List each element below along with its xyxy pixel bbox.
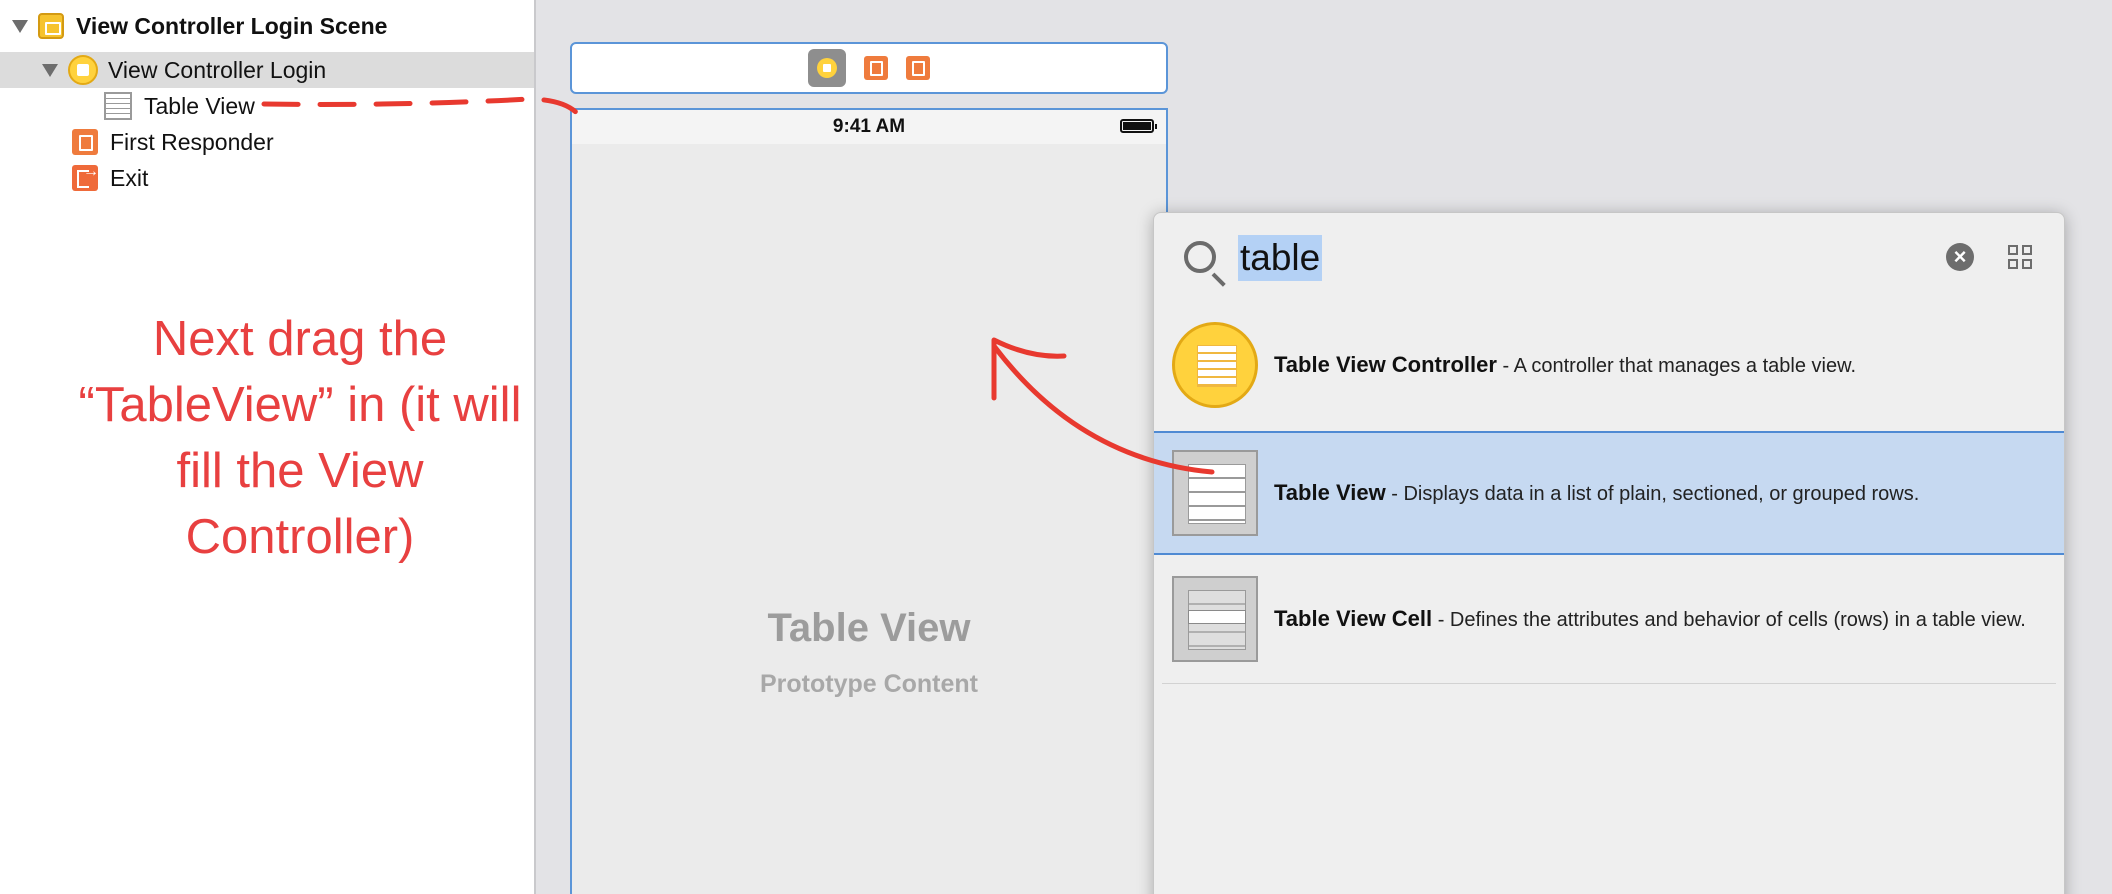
clear-search-button[interactable]: × <box>1946 243 1974 271</box>
library-item-table-view[interactable]: Table View - Displays data in a list of … <box>1154 431 2064 555</box>
table-view-icon <box>1172 450 1258 536</box>
table-view-icon <box>104 92 132 120</box>
library-item-name: Table View Controller <box>1274 351 1497 377</box>
scene-icon <box>38 13 64 39</box>
view-controller-icon[interactable] <box>808 49 846 87</box>
table-view-placeholder-title: Table View <box>767 606 971 650</box>
outline-item-table-view[interactable]: Table View <box>0 88 534 124</box>
library-item-name: Table View <box>1274 479 1386 505</box>
library-item-table-view-controller[interactable]: Table View Controller - A controller tha… <box>1154 303 2064 427</box>
disclosure-triangle-icon[interactable] <box>12 19 28 33</box>
exit-icon <box>72 163 99 191</box>
exit-icon[interactable] <box>906 56 930 80</box>
document-outline: View Controller Login Scene View Control… <box>0 0 536 894</box>
table-view-cell-icon <box>1172 576 1258 662</box>
library-item-name: Table View Cell <box>1274 605 1433 631</box>
view-controller-canvas[interactable]: 9:41 AM Table View Prototype Content <box>570 108 1168 894</box>
outline-item-first-responder[interactable]: First Responder <box>0 124 534 160</box>
outline-item-label: Table View <box>144 92 255 119</box>
outline-item-label: View Controller Login <box>108 56 327 83</box>
outline-item-label: Exit <box>110 164 149 191</box>
search-icon <box>1184 241 1216 273</box>
status-time: 9:41 AM <box>832 116 906 137</box>
grid-view-icon[interactable] <box>2008 245 2034 271</box>
library-item-description: - A controller that manages a table view… <box>1496 354 1856 377</box>
disclosure-triangle-icon[interactable] <box>42 63 58 77</box>
table-view-placeholder-subtitle: Prototype Content <box>759 670 979 698</box>
library-divider <box>1162 683 2056 684</box>
library-item-description: - Displays data in a list of plain, sect… <box>1385 482 1920 505</box>
library-item-table-view-cell[interactable]: Table View Cell - Defines the attributes… <box>1154 557 2064 681</box>
object-library-popover: table × Table View Controller - A contro… <box>1153 212 2065 894</box>
xcode-storyboard-window: View Controller Login Scene View Control… <box>0 0 2112 894</box>
library-search-input[interactable]: table <box>1238 235 1323 281</box>
outline-item-label: First Responder <box>110 128 274 155</box>
library-item-description: - Defines the attributes and behavior of… <box>1432 608 2026 631</box>
first-responder-icon <box>72 129 98 155</box>
view-controller-icon <box>68 55 98 85</box>
outline-item-exit[interactable]: Exit <box>0 160 534 196</box>
scene-dock <box>570 42 1168 94</box>
outline-item-view-controller[interactable]: View Controller Login <box>0 52 534 88</box>
tutorial-annotation: Next drag the “TableView” in (it will fi… <box>78 312 522 564</box>
library-search-row: table × <box>1154 213 2064 303</box>
outline-item-label: View Controller Login Scene <box>76 12 388 39</box>
table-view-controller-icon <box>1172 322 1258 408</box>
status-bar: 9:41 AM <box>572 110 1166 144</box>
first-responder-icon[interactable] <box>864 56 888 80</box>
battery-icon <box>1120 119 1157 133</box>
outline-item-scene[interactable]: View Controller Login Scene <box>0 8 534 44</box>
